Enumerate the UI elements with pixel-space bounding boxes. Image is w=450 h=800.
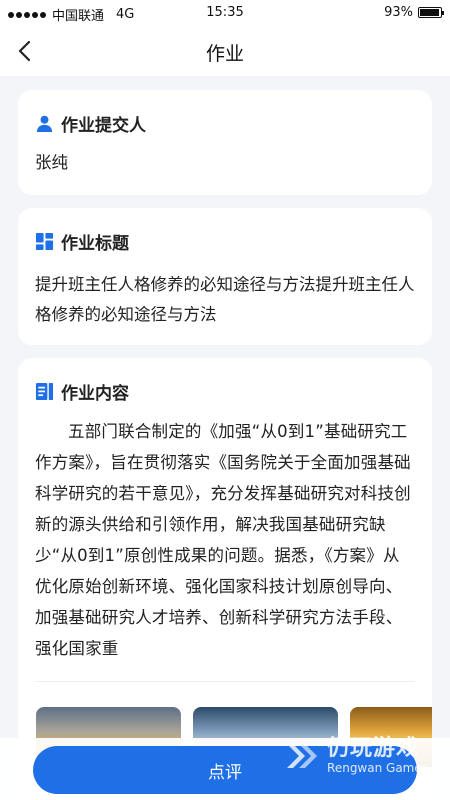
battery-icon [418, 7, 444, 18]
watermark-logo-icon [287, 744, 318, 768]
content-label: 作业内容 [61, 384, 129, 404]
submitter-label: 作业提交人 [61, 116, 146, 136]
battery-percent: 93% [384, 5, 413, 20]
content-card: 作业内容 五部门联合制定的《加强“从0到1”基础研究工作方案》，旨在贯彻落实《国… [18, 358, 432, 800]
status-bar: 中国联通 4G 15:35 93% [0, 0, 450, 26]
title-label: 作业标题 [61, 234, 129, 254]
submitter-header: 作业提交人 [35, 111, 146, 136]
submitter-name: 张纯 [35, 153, 68, 172]
watermark: 仍玩游戏 Rengwan Games [281, 736, 428, 776]
submitter-card: 作业提交人 张纯 [18, 90, 432, 195]
battery-fill [420, 9, 439, 16]
grid-icon [35, 232, 54, 251]
watermark-text: 仍玩游戏 Rengwan Games [327, 736, 428, 775]
status-time: 15:35 [206, 5, 244, 20]
content-header: 作业内容 [35, 379, 129, 404]
watermark-cn: 仍玩游戏 [327, 736, 420, 762]
assignment-title: 提升班主任人格修养的必知途径与方法提升班主任人格修养的必知途径与方法 [35, 275, 415, 324]
watermark-en: Rengwan Games [327, 760, 428, 775]
page-title: 作业 [205, 43, 244, 65]
divider [35, 681, 415, 682]
document-icon [35, 382, 54, 401]
title-card: 作业标题 提升班主任人格修养的必知途径与方法提升班主任人格修养的必知途径与方法 [18, 208, 432, 345]
status-right: 93% [384, 5, 444, 20]
title-header: 作业标题 [35, 229, 129, 254]
assignment-content: 五部门联合制定的《加强“从0到1”基础研究工作方案》，旨在贯彻落实《国务院关于全… [35, 422, 411, 658]
person-icon [36, 115, 53, 133]
nav-bar: 作业 [0, 26, 450, 76]
